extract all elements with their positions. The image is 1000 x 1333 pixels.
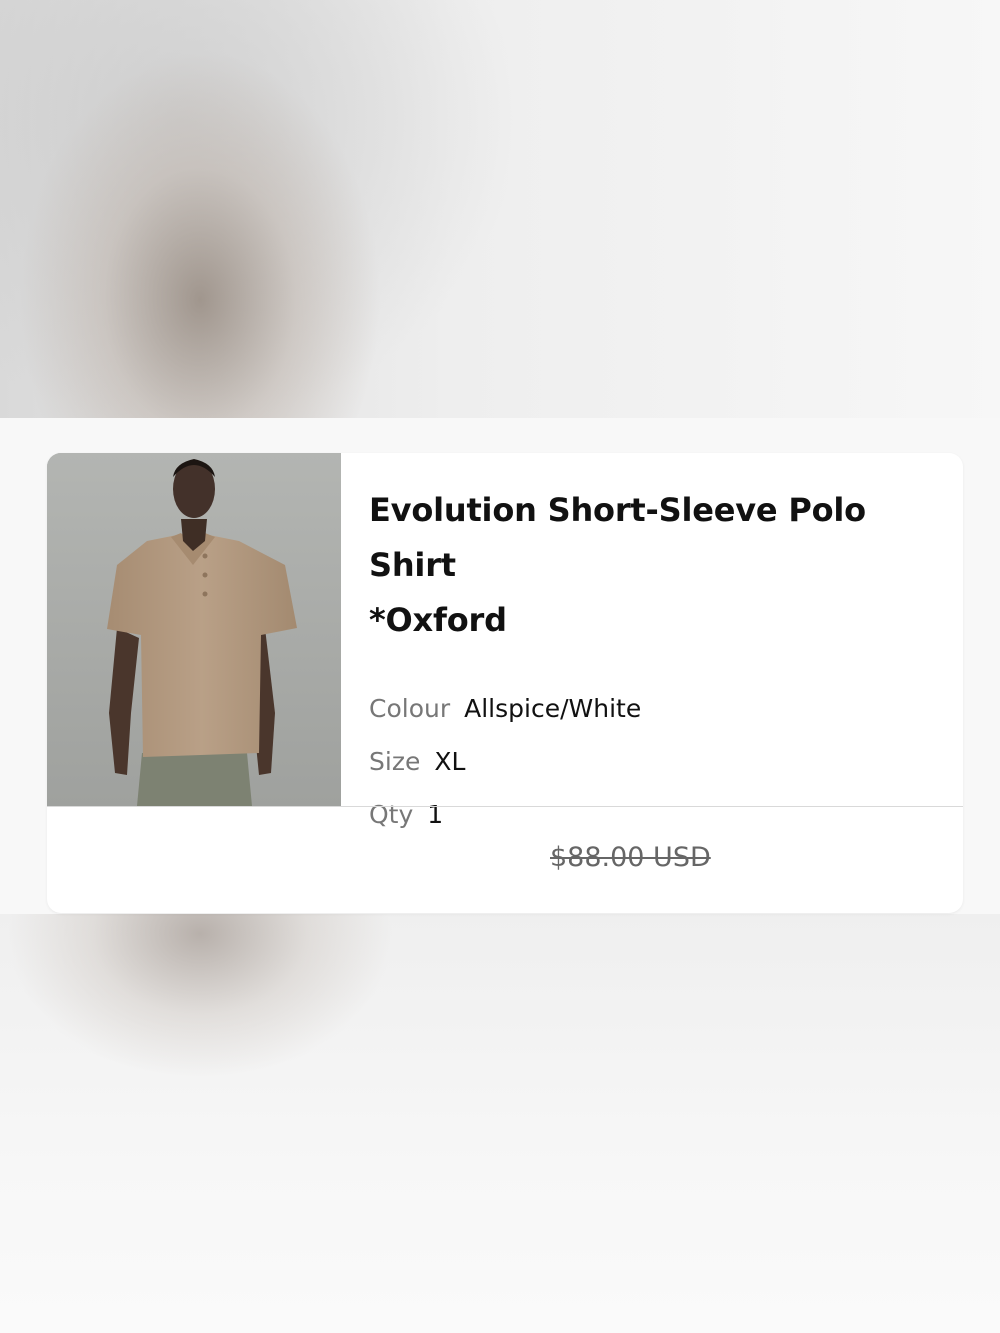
qty-label: Qty	[369, 800, 414, 829]
blurred-backdrop-top	[0, 0, 1000, 418]
blurred-backdrop-bottom	[0, 914, 1000, 1333]
colour-label: Colour	[369, 694, 451, 723]
product-title-line2: *Oxford	[369, 601, 507, 639]
qty-value: 1	[427, 800, 444, 829]
product-details: Evolution Short-Sleeve Polo Shirt *Oxfor…	[369, 483, 939, 841]
product-image[interactable]	[47, 453, 341, 806]
card-divider	[47, 806, 963, 807]
polo-shirt-photo-icon	[47, 453, 341, 806]
order-item-card[interactable]: Evolution Short-Sleeve Polo Shirt *Oxfor…	[47, 453, 963, 913]
product-title[interactable]: Evolution Short-Sleeve Polo Shirt *Oxfor…	[369, 483, 939, 648]
product-attributes: Colour Allspice/White Size XL Qty 1	[369, 682, 939, 841]
size-row: Size XL	[369, 735, 939, 788]
colour-row: Colour Allspice/White	[369, 682, 939, 735]
original-price-strikethrough: $88.00 USD	[550, 842, 711, 873]
colour-value: Allspice/White	[464, 694, 642, 723]
size-label: Size	[369, 747, 421, 776]
product-title-line1: Evolution Short-Sleeve Polo Shirt	[369, 491, 866, 584]
qty-row: Qty 1	[369, 788, 939, 841]
size-value: XL	[434, 747, 466, 776]
